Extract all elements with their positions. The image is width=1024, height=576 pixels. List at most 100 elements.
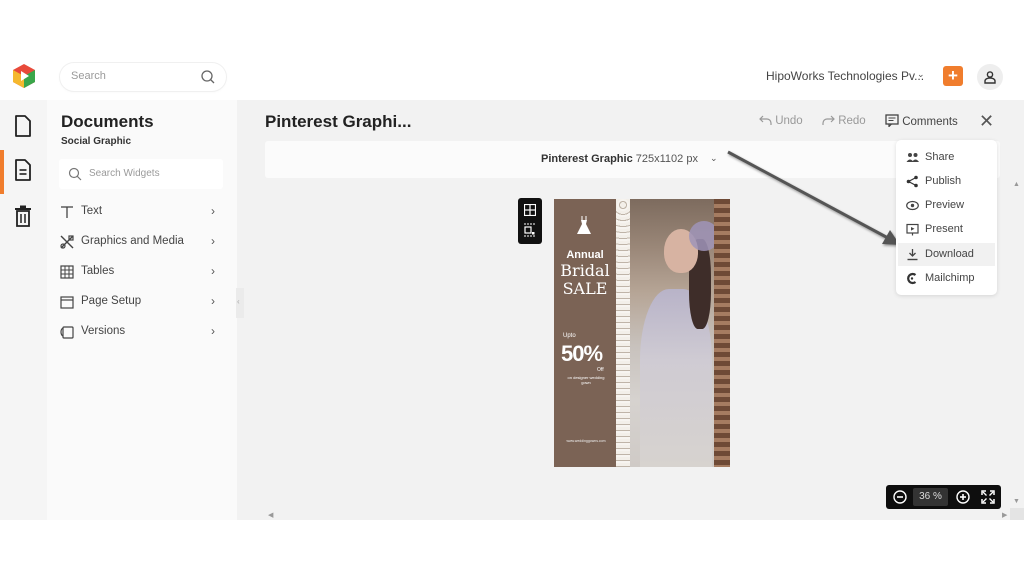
comment-icon: [885, 114, 899, 128]
redo-icon: [822, 115, 835, 125]
chevron-right-icon: ›: [211, 204, 215, 218]
menu-share[interactable]: Share: [898, 146, 995, 169]
chevron-left-icon: ‹: [237, 297, 240, 306]
user-icon: [984, 71, 996, 84]
redo-label: Redo: [838, 115, 866, 127]
panel-subtitle: Social Graphic: [61, 136, 132, 147]
grid-icon[interactable]: [524, 204, 536, 216]
menu-item-page-setup[interactable]: Page Setup ›: [59, 289, 227, 315]
chevron-right-icon: ›: [211, 234, 215, 248]
app-logo-icon[interactable]: [11, 63, 37, 89]
share-users-icon: [906, 153, 919, 162]
menu-item-label: Versions: [81, 325, 126, 337]
download-icon: [907, 249, 918, 261]
menu-publish[interactable]: Publish: [898, 170, 995, 193]
chevron-right-icon: ›: [211, 294, 215, 308]
document-lines-icon: [15, 159, 31, 181]
menu-item-label: Page Setup: [81, 295, 142, 307]
undo-label: Undo: [775, 115, 803, 127]
rail-documents[interactable]: [0, 106, 47, 144]
menu-publish-label: Publish: [925, 175, 962, 187]
search-icon: [68, 167, 82, 181]
top-bar: Search HipoWorks Technologies Pv... ⌄ +: [0, 52, 1024, 100]
global-search-input[interactable]: Search: [60, 63, 226, 91]
fullscreen-icon[interactable]: [980, 489, 996, 505]
photo-pillar: [714, 199, 730, 467]
page-size-name: Pinterest Graphic: [541, 153, 633, 165]
publish-share-icon: [906, 175, 918, 188]
graphics-icon: [60, 235, 74, 249]
menu-preview[interactable]: Preview: [898, 194, 995, 217]
lace-border: [616, 199, 630, 467]
scroll-down-arrow[interactable]: ▼: [1013, 498, 1020, 505]
dress-icon: [577, 216, 591, 234]
user-avatar[interactable]: [977, 64, 1003, 90]
design-upto-text[interactable]: Upto: [563, 333, 576, 339]
widget-search-placeholder: Search Widgets: [89, 168, 160, 179]
widgets-panel: Documents Social Graphic Search Widgets …: [47, 100, 237, 520]
document-title[interactable]: Pinterest Graphi...: [265, 112, 411, 132]
menu-item-versions[interactable]: Versions ›: [59, 319, 227, 345]
menu-download[interactable]: Download: [898, 243, 995, 266]
text-icon: [61, 206, 73, 218]
publish-menu: Share Publish Preview Present Download M…: [896, 140, 997, 295]
menu-mailchimp-label: Mailchimp: [925, 272, 975, 284]
page-setup-icon: [60, 296, 74, 309]
redo-button[interactable]: Redo: [822, 114, 866, 127]
scroll-up-arrow[interactable]: ▲: [1013, 181, 1020, 188]
chevron-down-icon[interactable]: ⌄: [917, 69, 925, 80]
widget-search-input[interactable]: Search Widgets: [59, 159, 223, 189]
menu-item-graphics-media[interactable]: Graphics and Media ›: [59, 229, 227, 255]
menu-item-label: Graphics and Media: [81, 235, 184, 247]
panel-title: Documents: [61, 112, 154, 131]
panel-collapse-handle[interactable]: ‹: [236, 288, 244, 318]
zoom-in-icon[interactable]: [955, 489, 971, 505]
menu-item-tables[interactable]: Tables ›: [59, 259, 227, 285]
scrollbar-corner: [1010, 508, 1024, 520]
trash-icon: [15, 205, 31, 227]
design-percent-text[interactable]: 50%: [561, 341, 603, 367]
page-size-selector[interactable]: Pinterest Graphic 725x1102 px: [541, 153, 698, 165]
scroll-right-arrow[interactable]: ▶: [1002, 511, 1007, 519]
document-icon: [15, 115, 31, 137]
menu-item-text[interactable]: Text ›: [59, 199, 227, 225]
versions-icon: [60, 326, 74, 339]
undo-button[interactable]: Undo: [759, 114, 803, 127]
mailchimp-icon: [907, 272, 917, 285]
close-icon[interactable]: ✕: [979, 111, 994, 132]
chevron-right-icon: ›: [211, 324, 215, 338]
chevron-right-icon: ›: [211, 264, 215, 278]
rail-trash[interactable]: [0, 196, 47, 234]
eye-icon: [906, 200, 919, 211]
undo-icon: [759, 115, 772, 125]
menu-present-label: Present: [925, 223, 963, 235]
company-switcher[interactable]: HipoWorks Technologies Pv...: [766, 69, 924, 83]
zoom-level-input[interactable]: 36 %: [913, 488, 948, 506]
menu-download-label: Download: [925, 248, 974, 260]
qr-code-icon[interactable]: [524, 223, 536, 237]
menu-present[interactable]: Present: [898, 218, 995, 241]
design-description-text[interactable]: on designer wedding gown: [564, 375, 608, 385]
design-sale-text[interactable]: SALE: [554, 279, 616, 298]
menu-share-label: Share: [925, 151, 955, 163]
rail-document-content[interactable]: [0, 150, 47, 194]
menu-preview-label: Preview: [925, 199, 965, 211]
menu-item-label: Text: [81, 205, 103, 217]
design-off-text[interactable]: Off: [597, 367, 604, 373]
comments-button[interactable]: Comments: [885, 114, 958, 128]
design-url-text[interactable]: www.weddinggowns.com: [562, 439, 610, 443]
chevron-down-icon[interactable]: ⌄: [710, 153, 718, 164]
present-icon: [906, 223, 919, 236]
menu-mailchimp[interactable]: Mailchimp: [898, 267, 995, 290]
design-canvas[interactable]: Annual Bridal SALE Upto 50% Off on desig…: [554, 199, 730, 467]
page-size-bar: Pinterest Graphic 725x1102 px ⌄: [265, 141, 1000, 178]
add-button[interactable]: +: [943, 66, 963, 86]
table-icon: [60, 265, 74, 279]
zoom-out-icon[interactable]: [892, 489, 908, 505]
scroll-left-arrow[interactable]: ◀: [268, 511, 273, 519]
design-annual-text[interactable]: Annual: [554, 249, 616, 261]
design-bridal-text[interactable]: Bridal: [554, 261, 616, 280]
search-placeholder: Search: [71, 70, 106, 82]
search-icon[interactable]: [200, 69, 216, 85]
page-size-dimensions: 725x1102 px: [635, 153, 698, 165]
